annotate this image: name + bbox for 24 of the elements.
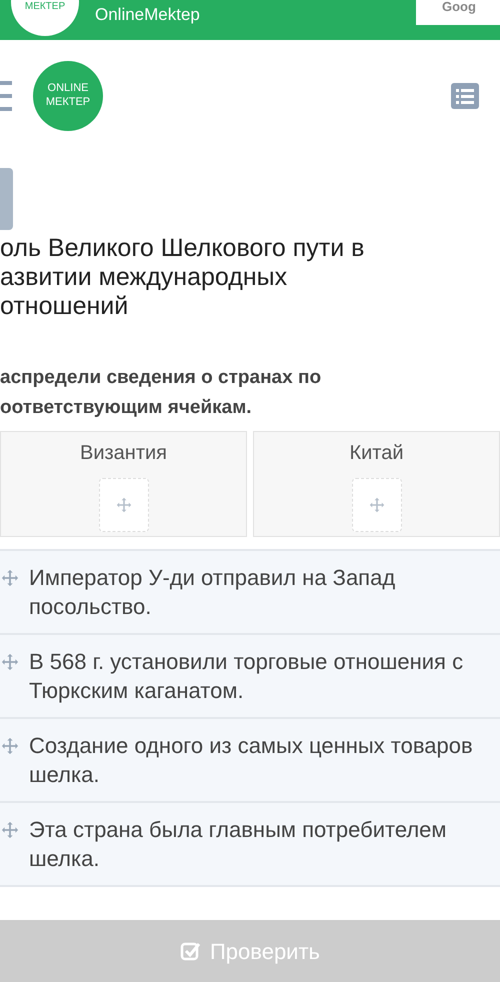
- store-badge[interactable]: Goog: [416, 0, 500, 25]
- draggable-item[interactable]: Император У-ди отправил на Запад посольство.: [0, 549, 500, 633]
- draggable-item[interactable]: Эта страна была главным потребителем шелка.: [0, 801, 500, 885]
- drop-target[interactable]: [98, 478, 148, 532]
- menu-icon[interactable]: [0, 79, 12, 113]
- list-icon[interactable]: [451, 83, 479, 109]
- lesson-title: оль Великого Шелкового пути в азвитии международных отношений: [0, 234, 366, 321]
- target-icon: [368, 497, 384, 513]
- draggable-item[interactable]: В 568 г. установили торговые отношения с Тюркским каганатом.: [0, 633, 500, 717]
- drop-zone: Византия: [0, 431, 247, 537]
- move-icon: [1, 821, 19, 839]
- move-icon: [1, 653, 19, 671]
- drop-zone: Китай: [253, 431, 500, 537]
- move-icon: [1, 737, 19, 755]
- drop-target[interactable]: [352, 478, 402, 532]
- move-icon: [1, 569, 19, 587]
- task-instruction: аспредели сведения о странах по оответствующим ячейкам.: [0, 366, 322, 420]
- back-button[interactable]: [0, 168, 13, 230]
- checkbox-icon: [180, 940, 202, 962]
- target-icon: [116, 497, 132, 513]
- logo: ONLINE МЕКТЕР: [33, 61, 103, 131]
- banner-logo: МЕКТЕР: [11, 0, 79, 36]
- banner-title: OnlineMektep: [95, 4, 200, 26]
- draggable-item[interactable]: Создание одного из самых ценных товаров шелка.: [0, 717, 500, 801]
